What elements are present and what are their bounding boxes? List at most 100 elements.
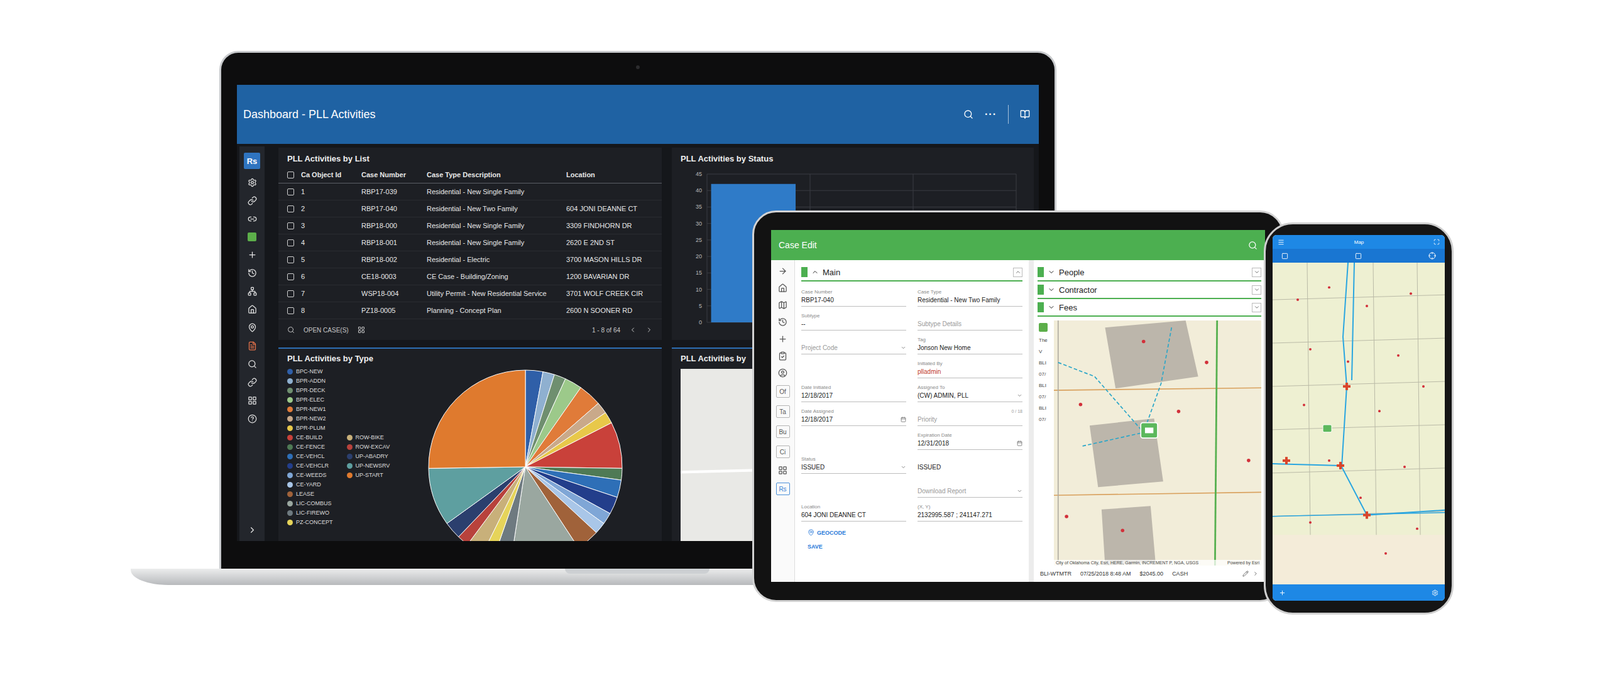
arrow-icon[interactable] — [778, 266, 788, 276]
checkbox[interactable] — [287, 290, 295, 298]
table-row[interactable]: 4RBP18-001Residential - New Single Famil… — [278, 234, 662, 252]
fullscreen-icon[interactable] — [1433, 238, 1440, 246]
checkbox[interactable] — [287, 188, 295, 196]
calendar-icon[interactable] — [1016, 440, 1023, 447]
hydrant-pin-icon[interactable] — [1363, 511, 1371, 520]
pie-slice[interactable] — [428, 466, 526, 524]
fee-row[interactable]: BLI-WTMTR07/25/2018 8:48 AM$2045.00CASH — [1037, 565, 1262, 582]
column-header[interactable]: Case Type Description — [426, 170, 567, 179]
next-icon[interactable] — [1252, 570, 1259, 577]
section-header[interactable]: People — [1037, 263, 1262, 282]
section-header[interactable]: Main — [801, 263, 1023, 282]
search-icon[interactable] — [247, 359, 258, 369]
form-field[interactable]: (X, Y)2132995.587 ; 241147.271 — [917, 497, 1023, 522]
form-field[interactable]: Project Code — [801, 330, 907, 355]
hydrant-pin-icon[interactable] — [1336, 461, 1345, 470]
pie-slice[interactable] — [525, 422, 623, 469]
home-icon[interactable] — [778, 283, 788, 293]
search-icon[interactable] — [287, 326, 295, 334]
calendar-icon[interactable] — [900, 416, 907, 423]
rail-button[interactable]: Rs — [776, 482, 790, 496]
form-field[interactable]: Initiated Byplladmin — [917, 354, 1023, 379]
form-field[interactable]: Download Report — [917, 473, 1023, 498]
plus-icon[interactable] — [247, 250, 258, 260]
plus-icon[interactable] — [778, 334, 788, 344]
hydrant-pin-icon[interactable] — [1282, 456, 1291, 465]
next-icon[interactable] — [645, 326, 653, 334]
toggle-icon[interactable] — [1251, 285, 1262, 295]
table-row[interactable]: 8PZ18-0005Planning - Concept Plan2600 N … — [278, 302, 662, 320]
link-icon[interactable] — [247, 377, 258, 388]
section-header[interactable]: Contractor — [1037, 281, 1262, 300]
form-field[interactable]: Location604 JONI DEANNE CT — [801, 497, 907, 522]
network-icon[interactable] — [247, 286, 258, 296]
column-header[interactable]: Location — [566, 170, 653, 179]
pin-icon[interactable] — [247, 323, 258, 333]
clipboard-icon[interactable] — [778, 351, 788, 361]
book-icon[interactable] — [1019, 109, 1031, 120]
checkbox[interactable] — [287, 307, 295, 315]
green-app-icon[interactable] — [247, 232, 257, 242]
select-icon[interactable] — [1281, 252, 1289, 260]
toggle-icon[interactable] — [1251, 302, 1262, 313]
search-icon[interactable] — [963, 109, 974, 120]
locate-icon[interactable] — [1428, 252, 1436, 260]
table-row[interactable]: 6CE18-0003CE Case - Building/Zoning1200 … — [278, 268, 662, 286]
expand-icon[interactable] — [247, 525, 258, 535]
menu-icon[interactable] — [1277, 238, 1285, 246]
form-field[interactable]: Expiration Date12/31/2018 — [917, 426, 1023, 450]
checkbox[interactable] — [287, 171, 295, 179]
form-field[interactable]: Case TypeResidential - New Two Family — [917, 282, 1023, 307]
table-row[interactable]: 1RBP17-039Residential - New Single Famil… — [278, 183, 662, 201]
open-cases-button[interactable]: OPEN CASE(S) — [303, 326, 349, 334]
home-icon[interactable] — [247, 304, 258, 315]
apps-icon[interactable] — [778, 465, 788, 476]
form-field[interactable]: 0 / 18Priority — [917, 402, 1023, 427]
map[interactable] — [1272, 262, 1445, 585]
form-field[interactable]: Date Initiated12/18/2017 — [801, 378, 907, 403]
form-field[interactable]: Case NumberRBP17-040 — [801, 282, 907, 307]
rail-button[interactable]: Bu — [776, 425, 790, 439]
dropdown-icon[interactable] — [1016, 392, 1023, 399]
hydrant-pin-icon[interactable] — [1342, 382, 1351, 391]
form-field[interactable]: StatusISSUED — [801, 449, 907, 474]
apps-icon[interactable] — [247, 395, 258, 406]
checkbox[interactable] — [287, 273, 295, 281]
search-icon[interactable] — [1248, 240, 1258, 251]
extent-icon[interactable] — [1354, 252, 1362, 260]
rail-button[interactable]: Of — [776, 385, 790, 398]
plus-icon[interactable] — [1278, 589, 1286, 597]
columns-icon[interactable] — [357, 326, 366, 334]
map[interactable]: City of Oklahoma City, Esri, HERE, Garmi… — [1053, 320, 1262, 566]
link-icon[interactable] — [247, 196, 258, 206]
toggle-icon[interactable] — [1013, 267, 1023, 278]
history-icon[interactable] — [247, 268, 258, 278]
geocode-button[interactable]: GEOCODE — [807, 529, 1017, 537]
section-header[interactable]: Fees — [1037, 299, 1262, 317]
help-icon[interactable] — [247, 414, 258, 424]
column-header[interactable]: Ca Object Id — [301, 170, 362, 179]
prev-icon[interactable] — [629, 326, 637, 334]
checkbox[interactable] — [287, 256, 295, 264]
form-field[interactable]: Date Assigned12/18/2017 — [801, 402, 907, 427]
checkbox[interactable] — [287, 222, 295, 230]
user-icon[interactable] — [778, 368, 788, 378]
dropdown-icon[interactable] — [900, 345, 907, 351]
report-icon[interactable] — [247, 341, 258, 351]
checkbox[interactable] — [287, 239, 295, 247]
pie-slice[interactable] — [428, 370, 526, 469]
history-icon[interactable] — [778, 317, 788, 327]
form-field[interactable]: Assigned To(CW) ADMIN, PLL — [917, 378, 1023, 403]
rail-button[interactable]: Ta — [776, 405, 790, 418]
link-icon[interactable] — [247, 214, 258, 224]
column-header[interactable]: Case Number — [361, 170, 427, 179]
toggle-icon[interactable] — [1251, 267, 1262, 278]
case-pin-icon[interactable] — [1140, 422, 1158, 439]
dropdown-icon[interactable] — [900, 464, 907, 471]
form-field[interactable]: ISSUED — [917, 449, 1023, 474]
table-row[interactable]: 2RBP17-040Residential - New Two Family60… — [278, 200, 662, 218]
case-pin-icon[interactable] — [1322, 424, 1332, 433]
map-icon[interactable] — [778, 300, 788, 310]
form-field[interactable]: Subtype-- — [801, 306, 907, 331]
more-button[interactable]: ··· — [984, 108, 997, 121]
